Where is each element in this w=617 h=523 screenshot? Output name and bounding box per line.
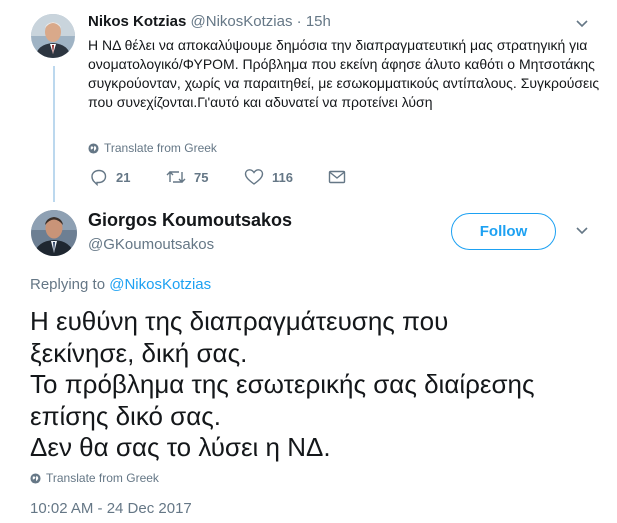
reply-time-ago[interactable]: 15h <box>306 13 331 30</box>
main-tweet-line: ξεκίνησε, δική σας. <box>30 337 248 368</box>
replying-to-line: Replying to @NikosKotzias <box>30 276 211 293</box>
main-translate-link[interactable]: Translate from Greek <box>30 471 159 485</box>
avatar-nikos-kotzias[interactable] <box>31 14 75 58</box>
reply-count: 21 <box>116 169 131 185</box>
like-button[interactable]: 116 <box>244 168 328 186</box>
avatar-giorgos-koumoutsakos[interactable] <box>31 210 77 256</box>
replying-to-handle-link[interactable]: @NikosKotzias <box>109 276 211 293</box>
retweet-icon <box>166 171 186 183</box>
reply-author-handle[interactable]: @NikosKotzias <box>191 13 293 30</box>
globe-icon <box>88 142 99 154</box>
direct-message-button[interactable] <box>328 169 346 185</box>
reply-tweet-text: Η ΝΔ θέλει να αποκαλύψουμε δημόσια την δ… <box>88 37 600 110</box>
like-count: 116 <box>272 169 293 185</box>
reply-actions-bar: 21 75 116 <box>90 168 346 186</box>
reply-button[interactable]: 21 <box>90 168 166 186</box>
main-tweet-text: Η ευθύνη της διαπραγμάτευσης που ξεκίνησ… <box>30 306 600 464</box>
thread-connector-line <box>53 66 55 202</box>
main-author-name[interactable]: Giorgos Koumoutsakos <box>88 210 292 231</box>
main-tweet-line: Δεν θα σας το λύσει η ΝΔ. <box>30 432 331 462</box>
message-icon <box>328 170 346 184</box>
replying-to-prefix: Replying to <box>30 276 106 293</box>
reply-icon <box>91 169 107 186</box>
like-icon <box>244 169 264 185</box>
reply-separator: · <box>296 13 302 30</box>
retweet-count: 75 <box>194 169 209 185</box>
reply-author-name[interactable]: Nikos Kotzias <box>88 13 186 30</box>
follow-button[interactable]: Follow <box>451 213 556 250</box>
main-tweet-line: Το πρόβλημα της εσωτερικής σας διαίρεσης <box>30 369 535 399</box>
retweet-button[interactable]: 75 <box>166 168 244 186</box>
main-author-handle[interactable]: @GKoumoutsakos <box>88 236 214 253</box>
tweet-timestamp[interactable]: 10:02 AM - 24 Dec 2017 <box>30 500 192 517</box>
chevron-down-icon[interactable] <box>575 226 589 236</box>
globe-icon <box>30 472 41 484</box>
reply-translate-label: Translate from Greek <box>104 141 217 155</box>
reply-translate-link[interactable]: Translate from Greek <box>88 141 217 155</box>
main-translate-label: Translate from Greek <box>46 471 159 485</box>
reply-header: Nikos Kotzias @NikosKotzias · 15h <box>88 13 331 30</box>
main-tweet-line: επίσης δικό σας. <box>30 400 222 431</box>
chevron-down-icon[interactable] <box>575 19 589 29</box>
main-tweet-line: Η ευθύνη της διαπραγμάτευσης που <box>30 306 449 336</box>
